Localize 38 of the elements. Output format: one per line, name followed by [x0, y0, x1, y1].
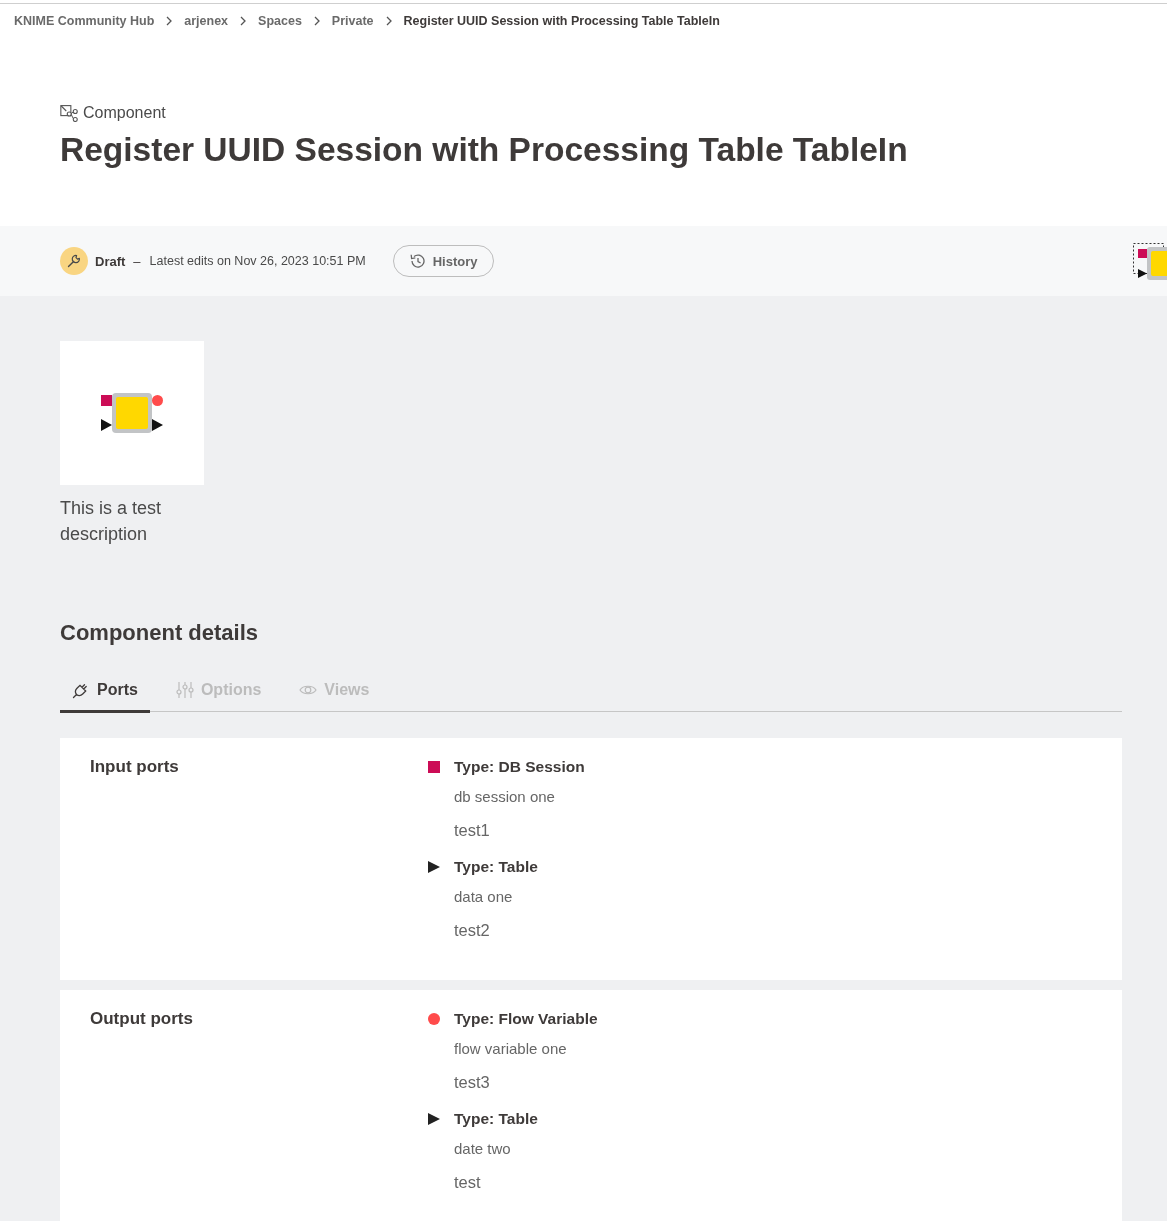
port-name: db session one [454, 787, 556, 807]
breadcrumb-link[interactable]: KNIME Community Hub [14, 14, 155, 28]
breadcrumb-link[interactable]: arjenex [184, 14, 229, 28]
chevron-icon [240, 16, 247, 26]
port-description: test3 [454, 1072, 491, 1093]
port-description: test [454, 1172, 482, 1193]
port-description: test2 [454, 920, 491, 941]
history-icon [408, 253, 425, 269]
type-label: Component [83, 103, 166, 123]
node-icon [101, 393, 163, 433]
port-group-title: Input ports [90, 756, 180, 778]
tab[interactable]: Ports [60, 670, 150, 713]
separator: – [133, 253, 141, 269]
port-type: Type: Table [454, 1109, 538, 1129]
port-type: Type: Table [454, 857, 538, 877]
port-name: date two [454, 1139, 512, 1159]
node-icon [1133, 242, 1167, 280]
port-type: Type: DB Session [454, 757, 585, 777]
chevron-icon [166, 16, 173, 26]
component-icon [60, 104, 78, 122]
breadcrumb-current: Register UUID Session with Processing Table TableIn [403, 14, 720, 28]
plug-icon [72, 681, 90, 699]
section-title: Component details [60, 619, 259, 647]
port-group-title: Output ports [90, 1008, 194, 1030]
page-title: Register UUID Session with Processing Table TableIn [60, 130, 908, 170]
port-description: test1 [454, 820, 491, 841]
chevron-icon [385, 16, 392, 26]
breadcrumb-link[interactable]: Spaces [258, 14, 302, 28]
chevron-icon [313, 16, 320, 26]
wrench-icon [60, 247, 88, 275]
last-edited-text: Latest edits on Nov 26, 2023 10:51 PM [149, 254, 366, 268]
sliders-icon [175, 681, 194, 699]
breadcrumb-link[interactable]: Private [331, 14, 374, 28]
port-name: flow variable one [454, 1039, 568, 1059]
port-type: Type: Flow Variable [454, 1009, 598, 1029]
port-name: data one [454, 887, 514, 907]
description-text: This is a test description [60, 497, 163, 546]
status-label: Draft [95, 253, 126, 269]
